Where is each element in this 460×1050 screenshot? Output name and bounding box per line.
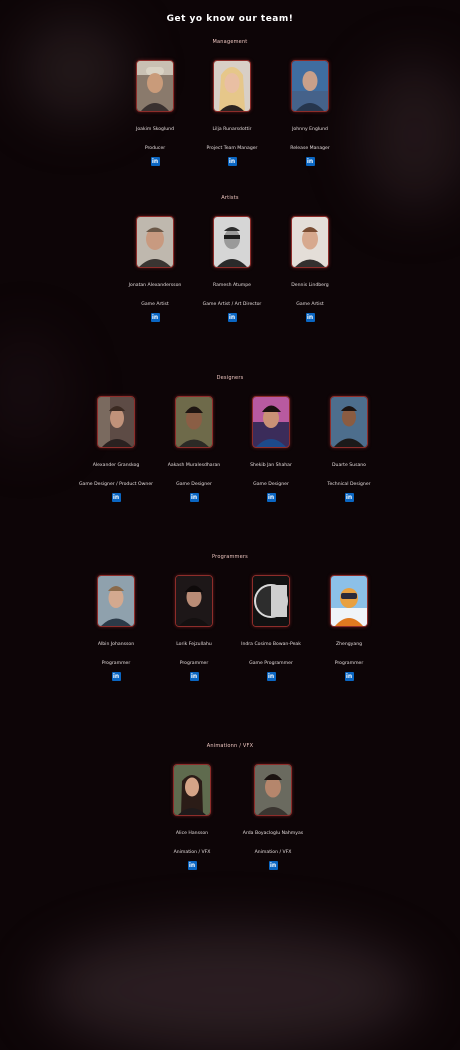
page-heading: Get yo know our team! xyxy=(166,14,294,24)
team-member-card: Lorik Fejzullahu Programmer in xyxy=(155,575,233,681)
linkedin-icon[interactable]: in xyxy=(344,672,354,681)
profile-photo xyxy=(175,575,213,627)
team-member-card: Joakim Skoglund Producer in xyxy=(116,60,194,166)
profile-photo xyxy=(136,216,174,268)
member-name: Ramesh Atumpe xyxy=(213,283,251,288)
team-member-card: Zhengyang Programmer in xyxy=(310,575,388,681)
team-member-card: Albin Johansson Programmer in xyxy=(77,575,155,681)
linkedin-icon[interactable]: in xyxy=(305,313,315,322)
member-role: Programmer xyxy=(179,661,209,666)
linkedin-icon[interactable]: in xyxy=(227,157,237,166)
profile-photo xyxy=(291,216,329,268)
section-title-designers: Designers xyxy=(216,375,244,381)
member-role: Game Artist xyxy=(296,302,324,307)
team-member-card: Alexander Granskog Game Designer / Produ… xyxy=(77,396,155,502)
member-role: Animation / VFX xyxy=(173,850,211,855)
profile-photo xyxy=(252,575,290,627)
member-role: Game Artist / Art Director xyxy=(202,302,262,307)
profile-photo xyxy=(291,60,329,112)
member-role: Game Programmer xyxy=(249,661,293,666)
linkedin-icon[interactable]: in xyxy=(189,493,199,502)
member-role: Game Designer / Product Owner xyxy=(78,482,154,487)
member-role: Programmer xyxy=(334,661,364,666)
member-name: Dennis Lindberg xyxy=(291,283,329,288)
section-title-programmers: Programmers xyxy=(212,554,248,560)
member-role: Programmer xyxy=(101,661,131,666)
team-member-card: Aakash Muralesdharan Game Designer in xyxy=(155,396,233,502)
profile-photo xyxy=(97,575,135,627)
team-member-card: Shekib Jan Shahar Game Designer in xyxy=(232,396,310,502)
linkedin-icon[interactable]: in xyxy=(150,313,160,322)
profile-photo xyxy=(97,396,135,448)
team-member-card: Jonatan Alexandersson Game Artist in xyxy=(116,216,194,322)
linkedin-icon[interactable]: in xyxy=(305,157,315,166)
profile-photo xyxy=(252,396,290,448)
profile-photo xyxy=(175,396,213,448)
member-name: Albin Johansson xyxy=(97,642,135,647)
member-role: Release Manager xyxy=(290,146,330,151)
team-member-card: Duarte Susano Technical Designer in xyxy=(310,396,388,502)
member-role: Producer xyxy=(144,146,166,151)
member-role: Project Team Manager xyxy=(206,146,258,151)
member-name: Jonatan Alexandersson xyxy=(128,283,182,288)
profile-photo xyxy=(213,216,251,268)
member-name: Alice Hansson xyxy=(175,831,209,836)
section-title-artists: Artists xyxy=(221,195,239,201)
member-role: Game Designer xyxy=(253,482,289,487)
linkedin-icon[interactable]: in xyxy=(266,493,276,502)
member-name: Duarte Susano xyxy=(332,463,366,468)
member-name: Indra Cosimo Bowan-Peak xyxy=(241,642,301,647)
profile-photo xyxy=(213,60,251,112)
team-member-card: Indra Cosimo Bowan-Peak Game Programmer … xyxy=(232,575,310,681)
member-name: Joakim Skoglund xyxy=(135,127,174,132)
linkedin-icon[interactable]: in xyxy=(227,313,237,322)
member-role: Game Artist xyxy=(141,302,169,307)
section-title-animation-vfx: Animationn / VFX xyxy=(206,743,254,749)
member-name: Alexander Granskog xyxy=(92,463,140,468)
member-role: Technical Designer xyxy=(327,482,371,487)
team-member-card: Ramesh Atumpe Game Artist / Art Director… xyxy=(193,216,271,322)
team-member-card: Arda Boyacloglu Nahmyas Animation / VFX … xyxy=(234,764,312,870)
team-member-card: Alice Hansson Animation / VFX in xyxy=(153,764,231,870)
member-role: Animation / VFX xyxy=(254,850,292,855)
member-name: Shekib Jan Shahar xyxy=(250,463,292,468)
profile-photo xyxy=(330,575,368,627)
team-member-card: Lilja Runarsdottir Project Team Manager … xyxy=(193,60,271,166)
profile-photo xyxy=(254,764,292,816)
profile-photo xyxy=(136,60,174,112)
member-name: Arda Boyacloglu Nahmyas xyxy=(242,831,304,836)
linkedin-icon[interactable]: in xyxy=(189,672,199,681)
member-name: Johnny Englund xyxy=(292,127,328,132)
linkedin-icon[interactable]: in xyxy=(111,672,121,681)
member-name: Aakash Muralesdharan xyxy=(167,463,221,468)
team-member-card: Dennis Lindberg Game Artist in xyxy=(271,216,349,322)
linkedin-icon[interactable]: in xyxy=(266,672,276,681)
section-title-management: Management xyxy=(212,39,248,45)
member-role: Game Designer xyxy=(176,482,212,487)
linkedin-icon[interactable]: in xyxy=(268,861,278,870)
team-member-card: Johnny Englund Release Manager in xyxy=(271,60,349,166)
profile-photo xyxy=(330,396,368,448)
profile-photo xyxy=(173,764,211,816)
linkedin-icon[interactable]: in xyxy=(111,493,121,502)
member-name: Lilja Runarsdottir xyxy=(212,127,252,132)
linkedin-icon[interactable]: in xyxy=(187,861,197,870)
member-name: Lorik Fejzullahu xyxy=(176,642,212,647)
linkedin-icon[interactable]: in xyxy=(344,493,354,502)
member-name: Zhengyang xyxy=(335,642,363,647)
linkedin-icon[interactable]: in xyxy=(150,157,160,166)
